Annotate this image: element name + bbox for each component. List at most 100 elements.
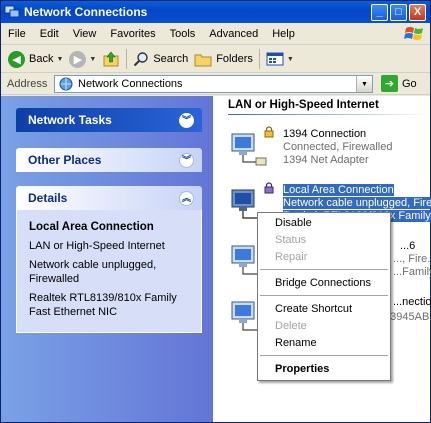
details-connection-status: Network cable unplugged, Firewalled [29,259,157,285]
other-places-header[interactable]: Other Places ︾ [16,148,202,172]
window-title: Network Connections [24,5,148,19]
other-places-panel: Other Places ︾ [16,148,202,172]
forward-button[interactable]: ▶ ▼ [66,48,99,70]
connection-name: ...6 [400,240,416,252]
title-bar[interactable]: Network Connections _ □ X [1,1,430,23]
other-places-title: Other Places [28,153,102,167]
folders-button[interactable]: Folders [191,48,256,70]
close-button[interactable]: X [409,3,426,21]
menu-item-bridge-connections[interactable]: Bridge Connections [275,277,371,289]
menu-separator [260,295,388,296]
toolbar: ◀ Back ▼ ▶ ▼ Search Folders ▼ [1,46,430,73]
connection-text: ...6 [400,240,415,253]
connection-status: Network cable unplugged, Fire... [283,197,431,209]
menu-separator [260,355,388,356]
menu-item-label: Create Shortcut [275,303,353,315]
details-header[interactable]: Details ︽ [16,186,202,210]
views-button[interactable]: ▼ [263,48,297,70]
network-tasks-header[interactable]: Network Tasks ︾ [16,108,202,132]
address-input[interactable]: Network Connections ▼ [54,75,373,93]
connection-text: ..., Fire... ...Family... [393,253,431,279]
network-tasks-panel: Network Tasks ︾ [16,108,202,132]
details-title: Details [28,191,68,205]
menu-favorites[interactable]: Favorites [103,28,162,40]
up-folder-icon [103,51,119,67]
address-value: Network Connections [78,78,183,90]
menu-edit[interactable]: Edit [33,28,66,40]
chevron-down-icon: ▼ [89,55,97,63]
menu-item-label: Status [275,234,307,246]
network-connections-icon [59,77,73,91]
connection-text: ...nection ...3945AB... [381,296,431,324]
connection-item-1394[interactable]: 1394 Connection Connected, Firewalled 13… [228,126,430,174]
forward-arrow-icon: ▶ [69,50,87,68]
connection-status: Connected, Firewalled [283,141,393,153]
menu-item-label: Disable [275,217,312,229]
chevron-down-icon: ︾ [179,112,194,128]
task-pane: Network Tasks ︾ Other Places ︾ Details ︽… [1,96,213,422]
connection-name: 1394 Connection [283,128,367,140]
context-menu: Disable Status Repair Bridge Connections… [257,212,391,381]
chevron-down-icon: ▼ [56,55,64,63]
back-label: Back [29,53,54,65]
chevron-down-icon: ︾ [179,152,194,168]
chevron-down-icon: ▼ [286,55,294,63]
connection-name: ...nection [393,296,431,308]
up-button[interactable] [99,48,123,70]
menu-item-label: Repair [275,251,308,263]
address-bar: Address Network Connections ▼ ➔ Go [1,73,430,95]
search-label: Search [153,53,189,65]
search-button[interactable]: Search [130,48,191,70]
connection-device: ...Family... [393,266,431,278]
maximize-button[interactable]: □ [390,3,407,21]
folders-label: Folders [216,53,253,65]
group-heading: LAN or High-Speed Internet [228,99,379,111]
connection-status: ..., Fire... [393,253,431,265]
lock-icon [264,182,274,194]
menu-item-label: Bridge Connections [275,277,372,289]
minimize-button[interactable]: _ [371,3,388,21]
windows-logo-icon [404,27,423,40]
folders-icon [194,54,212,67]
menu-item-label: Rename [275,337,317,349]
details-connection-type: LAN or High-Speed Internet [29,240,165,252]
menu-item-delete[interactable]: Delete [275,320,307,332]
menu-item-status[interactable]: Status [275,234,306,246]
details-connection-name: Local Area Connection [29,221,154,233]
chevron-down-icon: ▼ [361,80,368,88]
network-connections-icon [4,5,20,18]
toolbar-separator [258,49,260,69]
menu-item-disable[interactable]: Disable [275,217,312,229]
menu-item-properties[interactable]: Properties [275,363,329,375]
go-button[interactable]: ➔ Go [381,75,417,92]
menu-item-repair[interactable]: Repair [275,251,307,263]
connection-name: Local Area Connection [283,184,394,196]
menu-tools[interactable]: Tools [163,28,203,40]
back-arrow-icon: ◀ [8,50,25,68]
lock-icon [264,126,274,138]
details-panel: Details ︽ Local Area Connection LAN or H… [16,186,202,333]
back-button[interactable]: ◀ Back ▼ [5,48,66,70]
address-label: Address [7,77,48,90]
menu-bar: File Edit View Favorites Tools Advanced … [1,23,430,45]
menu-view[interactable]: View [66,28,104,40]
details-device-name: Realtek RTL8139/810x Family Fast Etherne… [29,292,177,318]
menu-item-label: Properties [275,363,330,375]
details-body: Local Area Connection LAN or High-Speed … [16,210,202,333]
menu-item-create-shortcut[interactable]: Create Shortcut [275,303,352,315]
menu-file[interactable]: File [1,28,33,40]
menu-separator [260,269,388,270]
network-tasks-title: Network Tasks [28,113,112,127]
chevron-up-icon: ︽ [179,190,194,206]
address-dropdown-button[interactable]: ▼ [356,76,372,92]
connection-device: 1394 Net Adapter [283,154,369,166]
menu-advanced[interactable]: Advanced [202,28,265,40]
connection-text: 1394 Connection Connected, Firewalled 13… [283,128,392,167]
menu-help[interactable]: Help [265,28,302,40]
menu-item-rename[interactable]: Rename [275,337,317,349]
window: Network Connections _ □ X File Edit View… [0,0,431,423]
views-icon [266,52,284,66]
group-divider [228,114,430,115]
menu-item-label: Delete [275,320,307,332]
search-icon [134,52,149,67]
